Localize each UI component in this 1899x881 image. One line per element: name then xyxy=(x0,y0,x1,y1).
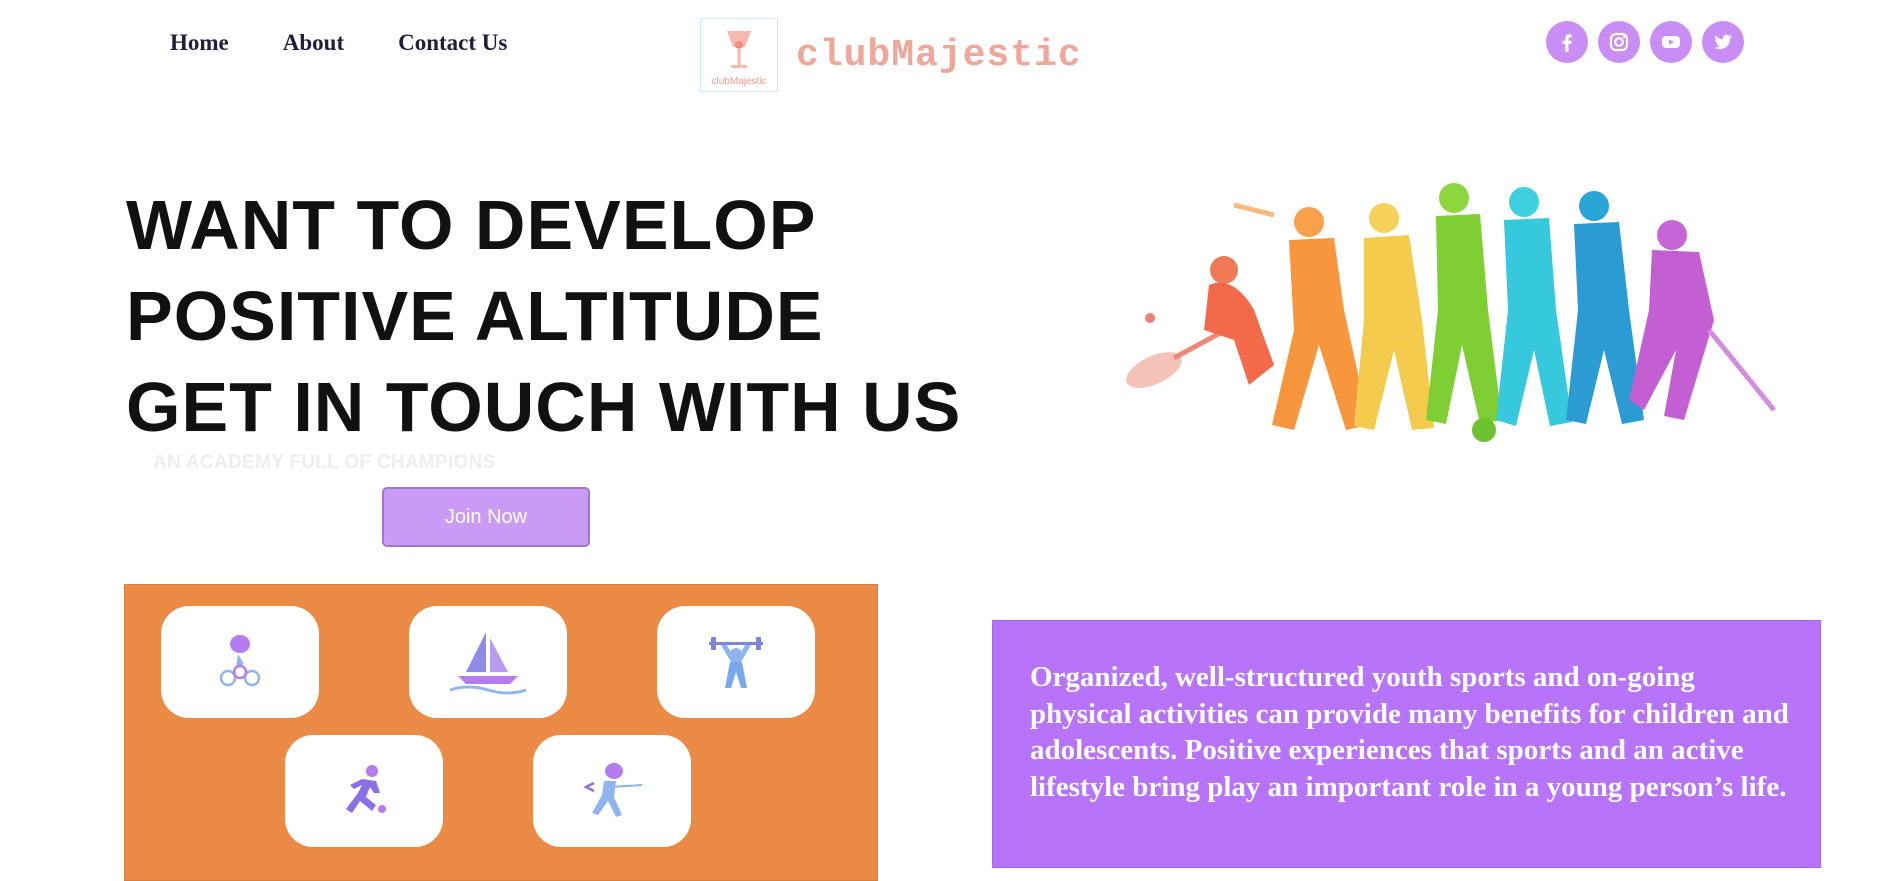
brand-name[interactable]: clubMajestic xyxy=(796,34,1082,77)
cycling-icon xyxy=(219,635,261,687)
info-panel: Organized, well-structured youth sports … xyxy=(992,620,1821,868)
brand-logo[interactable]: clubMajestic xyxy=(700,18,778,92)
nav-contact-link[interactable]: Contact Us xyxy=(398,30,507,56)
join-now-button[interactable]: Join Now xyxy=(382,487,590,547)
running-icon xyxy=(346,765,386,813)
cyan-athlete-figure xyxy=(1496,187,1572,426)
sport-card-running[interactable] xyxy=(285,735,443,847)
headline-line-1: WANT TO DEVELOP xyxy=(126,186,817,264)
headline-line-2: POSITIVE ALTITUDE xyxy=(126,277,824,355)
hero-headline: WANT TO DEVELOP POSITIVE ALTITUDE GET IN… xyxy=(126,180,961,453)
main-nav: Home About Contact Us xyxy=(170,30,507,56)
green-athlete-figure xyxy=(1426,183,1502,442)
brand-logo-caption: clubMajestic xyxy=(711,76,767,87)
instagram-icon[interactable] xyxy=(1598,21,1640,63)
tennis-player-figure xyxy=(1126,256,1274,388)
youtube-icon[interactable] xyxy=(1650,21,1692,63)
sport-card-weightlifting[interactable] xyxy=(657,606,815,718)
facebook-icon[interactable] xyxy=(1546,21,1588,63)
sailing-icon xyxy=(449,632,527,695)
brand: clubMajestic clubMajestic xyxy=(700,18,1082,92)
trophy-icon xyxy=(727,31,751,68)
sport-card-sailing[interactable] xyxy=(409,606,567,718)
weightlifting-icon xyxy=(709,637,763,688)
hockey-player-figure xyxy=(1629,220,1776,420)
info-text: Organized, well-structured youth sports … xyxy=(1030,661,1789,803)
sport-card-cycling[interactable] xyxy=(161,606,319,718)
fencing-icon xyxy=(583,763,643,817)
twitter-icon[interactable] xyxy=(1702,21,1744,63)
yellow-athlete-figure xyxy=(1354,203,1434,430)
headline-line-3: GET IN TOUCH WITH US xyxy=(126,368,962,446)
sports-icons-panel xyxy=(124,584,878,881)
nav-about-link[interactable]: About xyxy=(283,30,344,56)
athletes-illustration xyxy=(1126,183,1776,442)
social-links xyxy=(1546,21,1744,63)
nav-home-link[interactable]: Home xyxy=(170,30,229,56)
hero-tagline: AN ACADEMY FULL OF CHAMPIONS xyxy=(153,452,496,473)
sport-card-fencing[interactable] xyxy=(533,735,691,847)
